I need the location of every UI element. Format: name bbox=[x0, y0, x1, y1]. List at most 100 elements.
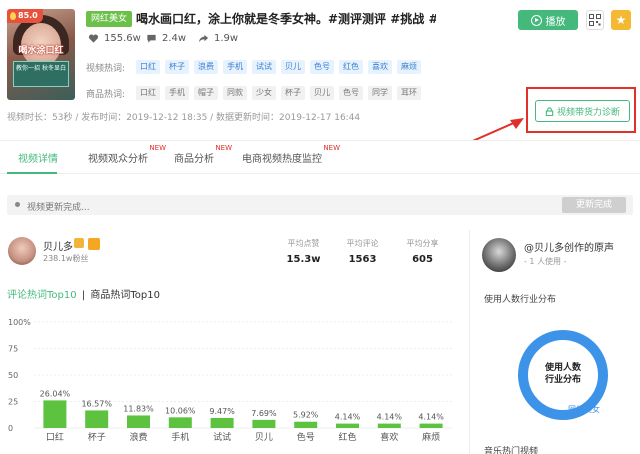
goods-keyword-chip[interactable]: 手机 bbox=[165, 86, 189, 100]
video-keyword-chip[interactable]: 杯子 bbox=[165, 60, 189, 74]
goods-keyword-chip[interactable]: 帽子 bbox=[194, 86, 218, 100]
tab-video-detail[interactable]: 视频详情 bbox=[18, 150, 58, 165]
author-avatar[interactable] bbox=[8, 237, 36, 265]
tab-bar: 视频详情 视频观众分析 NEW 商品分析 NEW 电商视频热度监控 NEW bbox=[0, 140, 640, 174]
music-avatar[interactable] bbox=[482, 238, 516, 272]
diagnose-label: 视频带货力诊断 bbox=[556, 107, 620, 118]
play-button[interactable]: 播放 bbox=[518, 10, 578, 30]
category-tag[interactable]: 网红美女 bbox=[86, 11, 133, 27]
video-keyword-chip[interactable]: 手机 bbox=[223, 60, 247, 74]
goods-keyword-chip[interactable]: 同款 bbox=[223, 86, 247, 100]
chart-bar[interactable] bbox=[43, 400, 67, 428]
goods-keyword-chip[interactable]: 杯子 bbox=[281, 86, 305, 100]
donut-legend: 网红美女 bbox=[568, 405, 600, 414]
video-meta: 视频时长：53秒 / 发布时间：2019-12-12 18:35 / 数据更新时… bbox=[7, 113, 361, 123]
comments-stat: 2.4w bbox=[146, 33, 186, 44]
chart-bar[interactable] bbox=[252, 419, 276, 428]
goods-keyword-chip[interactable]: 色号 bbox=[339, 86, 363, 100]
chart-tab-goods-keywords[interactable]: 商品热词Top10 bbox=[90, 290, 160, 301]
tab-audience-analysis[interactable]: 视频观众分析 NEW bbox=[88, 144, 166, 165]
video-keyword-chip[interactable]: 喜欢 bbox=[368, 60, 392, 74]
chart-ytick-label: 75 bbox=[8, 345, 18, 354]
qr-code-icon bbox=[589, 14, 601, 26]
chart-category-label: 麻烦 bbox=[422, 431, 440, 443]
chart-data-label: 26.04% bbox=[40, 389, 71, 398]
metric-value: 15.3w bbox=[286, 254, 321, 265]
video-keyword-chip[interactable]: 色号 bbox=[310, 60, 334, 74]
metric-label: 平均点赞 bbox=[287, 239, 320, 248]
metric-avg-likes: 平均点赞 15.3w bbox=[276, 238, 331, 265]
chart-ytick-label: 25 bbox=[8, 398, 18, 407]
chart-bar[interactable] bbox=[127, 415, 150, 428]
metric-value: 605 bbox=[412, 254, 433, 265]
chart-bar[interactable] bbox=[419, 423, 443, 428]
score-value: 85.0 bbox=[18, 11, 38, 20]
video-keyword-chip[interactable]: 试试 bbox=[252, 60, 276, 74]
chart-tab-comment-keywords[interactable]: 评论热词Top10 bbox=[7, 290, 77, 301]
diagnose-button[interactable]: 视频带货力诊断 bbox=[535, 100, 630, 122]
chart-bar[interactable] bbox=[294, 421, 318, 428]
metric-label: 平均评论 bbox=[346, 239, 379, 248]
new-badge: NEW bbox=[149, 144, 166, 152]
score-badge: 85.0 bbox=[7, 9, 43, 23]
goods-keyword-chip[interactable]: 贝儿 bbox=[310, 86, 334, 100]
chart-data-label: 4.14% bbox=[418, 413, 444, 422]
comments-count: 2.4w bbox=[162, 33, 187, 44]
author-name[interactable]: 贝儿多 bbox=[43, 238, 73, 253]
donut-text-line1: 使用人数 bbox=[544, 363, 581, 373]
music-title[interactable]: @贝儿多创作的原声 bbox=[524, 239, 614, 254]
video-keyword-chip[interactable]: 红色 bbox=[339, 60, 363, 74]
tab-label: 电商视频热度监控 bbox=[242, 154, 322, 165]
chart-bar[interactable] bbox=[85, 410, 109, 428]
thumbnail-caption-bottom: 教你一招 秋冬显白 bbox=[13, 61, 69, 87]
play-icon bbox=[530, 14, 542, 26]
flame-icon bbox=[10, 12, 16, 20]
lock-icon bbox=[545, 106, 554, 116]
shares-count: 1.9w bbox=[214, 33, 239, 44]
goods-keyword-chip[interactable]: 口红 bbox=[136, 86, 160, 100]
chart-bar[interactable] bbox=[377, 423, 401, 428]
metric-label: 平均分享 bbox=[406, 239, 439, 248]
video-title[interactable]: 喝水画口红，涂上你就是冬季女神。#测评测评 #挑战 #贝... bbox=[136, 10, 436, 28]
goods-keyword-chip[interactable]: 少女 bbox=[252, 86, 276, 100]
thumbnail-caption-top: 喝水涂口红 bbox=[18, 46, 64, 56]
qr-code-button[interactable] bbox=[586, 10, 604, 30]
lion-emoji-icon bbox=[74, 238, 84, 248]
tab-heat-monitor[interactable]: 电商视频热度监控 NEW bbox=[242, 144, 340, 165]
metric-value: 1563 bbox=[348, 254, 377, 265]
active-tab-indicator bbox=[7, 172, 57, 174]
chart-data-label: 11.83% bbox=[123, 404, 154, 413]
tab-goods-analysis[interactable]: 商品分析 NEW bbox=[174, 144, 232, 165]
chart-bar[interactable] bbox=[336, 423, 359, 428]
tab-label: 视频详情 bbox=[18, 154, 58, 165]
video-keyword-chip[interactable]: 口红 bbox=[136, 60, 160, 74]
likes-count: 155.6w bbox=[104, 33, 141, 44]
tab-label: 视频观众分析 bbox=[88, 154, 148, 165]
metric-avg-shares: 平均分享 605 bbox=[395, 238, 450, 265]
favorite-button[interactable]: ★ bbox=[611, 10, 631, 30]
chart-category-label: 浪费 bbox=[129, 431, 147, 443]
video-header: 喝水涂口红 教你一招 秋冬显白 85.0 网红美女 喝水画口红，涂上你就是冬季女… bbox=[0, 0, 640, 166]
update-button[interactable]: 更新完成 bbox=[562, 197, 626, 213]
goods-keyword-chip[interactable]: 同学 bbox=[368, 86, 392, 100]
chart-category-label: 贝儿 bbox=[255, 432, 273, 443]
chart-bar[interactable] bbox=[168, 417, 192, 428]
share-icon bbox=[198, 34, 209, 43]
chart-bar[interactable] bbox=[210, 417, 234, 428]
video-keyword-chip[interactable]: 浪费 bbox=[194, 60, 218, 74]
goods-keywords-label: 商品热词: bbox=[86, 89, 126, 100]
chart-tabs: 评论热词Top10 | 商品热词Top10 bbox=[7, 286, 160, 301]
panel-divider bbox=[469, 230, 470, 454]
chart-ytick-label: 0 bbox=[8, 424, 13, 433]
video-keyword-chip[interactable]: 麻烦 bbox=[397, 60, 421, 74]
new-badge: NEW bbox=[323, 144, 340, 152]
chart-tab-separator: | bbox=[81, 290, 86, 301]
heart-icon bbox=[88, 34, 99, 43]
chart-ytick-label: 50 bbox=[8, 371, 18, 380]
chart-data-label: 10.06% bbox=[165, 406, 196, 415]
chart-category-label: 红色 bbox=[338, 431, 356, 443]
chart-category-label: 手机 bbox=[171, 431, 189, 443]
goods-keyword-chip[interactable]: 耳环 bbox=[397, 86, 421, 100]
video-keyword-chip[interactable]: 贝儿 bbox=[281, 60, 305, 74]
industry-distribution-title: 使用人数行业分布 bbox=[484, 295, 557, 305]
